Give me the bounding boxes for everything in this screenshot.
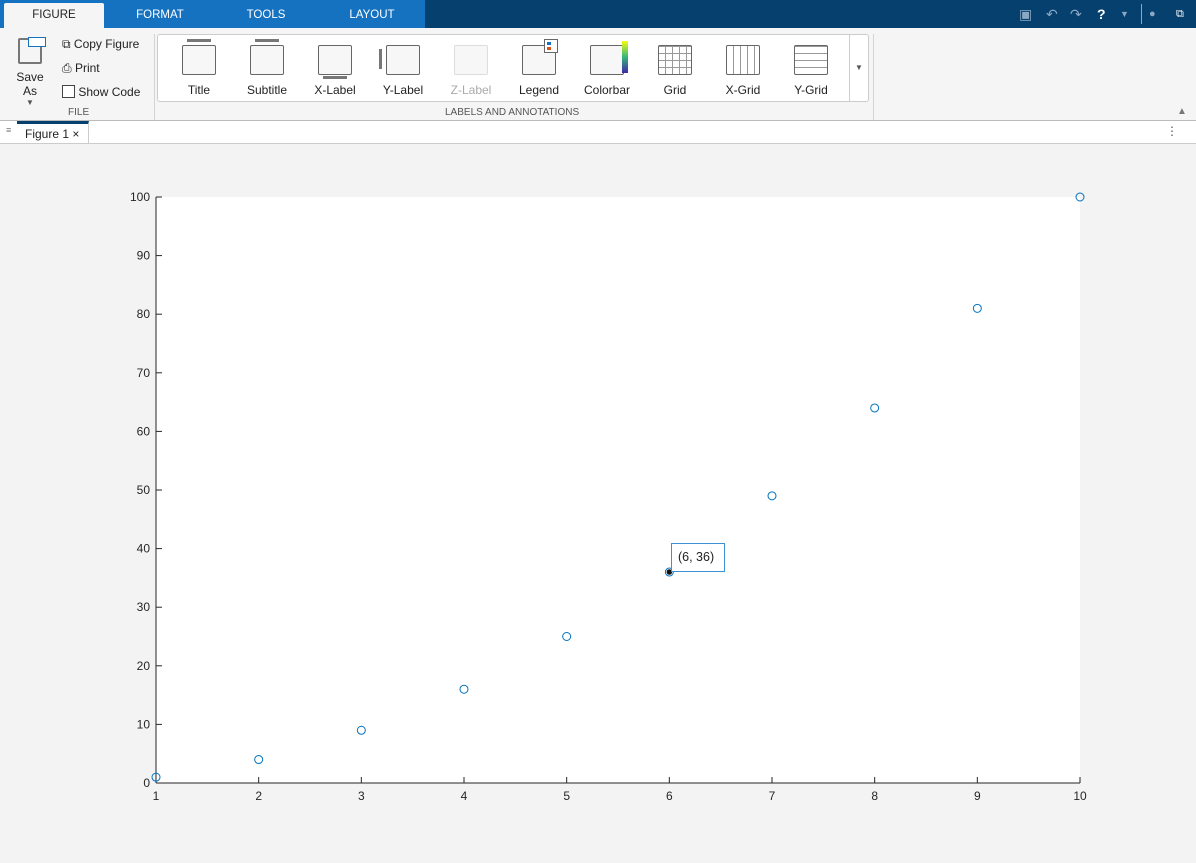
datatip[interactable]: (6, 36) [671,543,725,572]
x-grid-button[interactable]: X-Grid [710,35,776,101]
gallery-expand-button[interactable]: ▼ [849,35,868,101]
plot-area [156,197,1080,783]
divider [154,34,155,120]
x-grid-icon [726,45,760,75]
print-button[interactable]: ⎙ Print [62,61,100,76]
y-tick-label: 20 [137,659,151,673]
x-label-button[interactable]: X-Label [302,35,368,101]
tab-tools[interactable]: TOOLS [216,0,316,28]
y-label-icon [386,45,420,75]
y-tick-label: 70 [137,366,151,380]
scatter-chart[interactable]: 1 2 3 4 5 6 7 8 9 100102030405060708090100 [0,144,1196,863]
subtitle-label: Subtitle [246,83,288,97]
x-tick-label: 1 [153,789,160,803]
z-label-button: Z-Label [438,35,504,101]
tab-layout[interactable]: LAYOUT [322,0,422,28]
redo-icon[interactable]: ↷ [1070,6,1082,23]
x-tick-label: 5 [563,789,570,803]
y-label-label: Y-Label [382,83,424,97]
y-tick-label: 50 [137,483,151,497]
tab-format[interactable]: FORMAT [110,0,210,28]
subtitle-icon [250,45,284,75]
close-icon[interactable]: × [72,127,79,141]
x-tick-label: 7 [769,789,776,803]
y-tick-label: 90 [137,249,151,263]
file-section-label: FILE [68,107,90,118]
save-disk-icon [18,37,46,64]
more-options-icon[interactable]: ⋮ [1166,124,1178,138]
y-tick-label: 60 [137,424,151,438]
y-tick-label: 0 [143,776,150,790]
legend-button[interactable]: Legend [506,35,572,101]
undock-icon[interactable]: ⧉ [1176,8,1184,21]
chevron-down-icon: ▼ [26,98,34,107]
print-label: Print [74,61,100,75]
show-code-label: Show Code [78,85,141,99]
x-tick-label: 4 [461,789,468,803]
y-tick-label: 80 [137,307,151,321]
tab-menu-icon[interactable]: ≡ [6,125,11,135]
x-tick-label: 9 [974,789,981,803]
divider [1141,4,1142,24]
printer-icon: ⎙ [62,61,72,75]
x-label-label: X-Label [314,83,356,97]
ribbon: Save As ▼ ⧉ Copy Figure ⎙ Print Show Cod… [0,28,1196,121]
grid-button[interactable]: Grid [642,35,708,101]
y-grid-button[interactable]: Y-Grid [778,35,844,101]
copy-figure-label: Copy Figure [73,37,140,51]
save-as-button[interactable]: Save As ▼ [8,37,52,107]
x-tick-label: 8 [871,789,878,803]
z-label-icon [454,45,488,75]
title-label: Title [187,83,211,97]
y-grid-label: Y-Grid [794,83,828,97]
y-tick-label: 10 [137,717,151,731]
title-icon [182,45,216,75]
x-tick-label: 6 [666,789,673,803]
toolstrip-header: FIGURE FORMAT TOOLS LAYOUT ▣ ↶ ↷ ? ▼ ● ⧉ [0,0,1196,28]
x-grid-label: X-Grid [725,83,761,97]
z-label-label: Z-Label [450,83,492,97]
x-tick-label: 10 [1073,789,1087,803]
options-dropdown-icon[interactable]: ● [1149,8,1156,20]
help-icon[interactable]: ? [1097,6,1106,22]
y-grid-icon [794,45,828,75]
copy-icon: ⧉ [62,37,71,51]
y-tick-label: 100 [130,190,150,204]
tab-figure-1[interactable]: Figure 1 × [17,121,89,144]
show-code-checkbox[interactable]: Show Code [62,85,140,99]
colorbar-button[interactable]: Colorbar [574,35,640,101]
grid-label: Grid [663,83,687,97]
undo-icon[interactable]: ↶ [1046,6,1058,23]
save-as-label: Save As [16,70,44,98]
tab-figure[interactable]: FIGURE [4,3,104,28]
grid-icon [658,45,692,75]
help-dropdown-icon[interactable]: ▼ [1120,9,1129,19]
annotations-section-label: LABELS AND ANNOTATIONS [445,107,580,118]
title-button[interactable]: Title [166,35,232,101]
colorbar-icon [590,45,624,75]
subtitle-button[interactable]: Subtitle [234,35,300,101]
y-tick-label: 40 [137,542,151,556]
colorbar-label: Colorbar [583,83,631,97]
x-tick-label: 2 [255,789,262,803]
y-label-button[interactable]: Y-Label [370,35,436,101]
legend-label: Legend [518,83,560,97]
x-tick-label: 3 [358,789,365,803]
copy-figure-button[interactable]: ⧉ Copy Figure [62,37,139,52]
checkbox-icon [62,85,75,98]
figure-tab-label: Figure 1 [25,127,70,141]
save-icon[interactable]: ▣ [1019,6,1032,23]
divider [873,34,874,120]
y-tick-label: 30 [137,600,151,614]
collapse-ribbon-icon[interactable]: ▲ [1177,106,1187,117]
x-label-icon [318,45,352,75]
document-tabs: ≡ Figure 1 × ⋮ [0,121,1196,144]
annotations-gallery: Title Subtitle X-Label Y-Label Z-Label L… [157,34,869,102]
